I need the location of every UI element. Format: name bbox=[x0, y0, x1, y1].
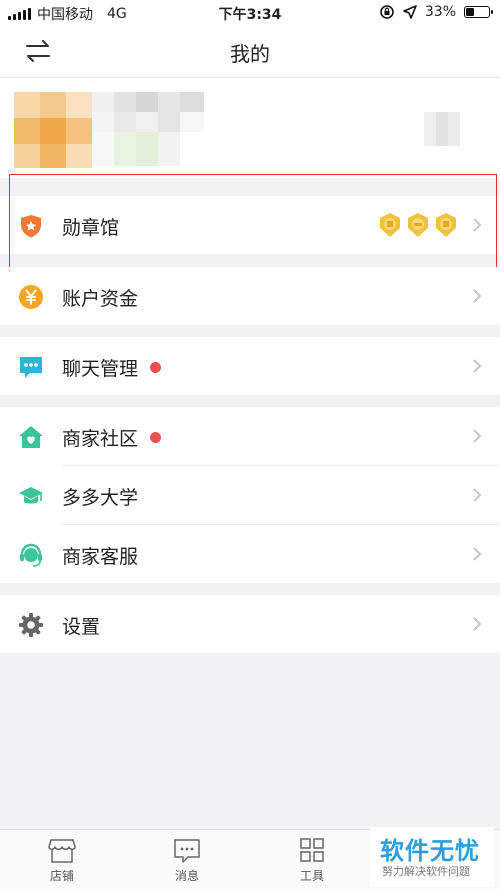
menu-group-account: 账户资金 bbox=[0, 267, 500, 325]
location-arrow-icon bbox=[403, 5, 417, 19]
chevron-right-icon bbox=[473, 429, 482, 443]
gear-icon bbox=[19, 613, 43, 637]
menu-group-settings: 设置 bbox=[0, 595, 500, 653]
menu-label-university: 多多大学 bbox=[62, 487, 139, 509]
menu-item-account[interactable]: 账户资金 bbox=[0, 267, 500, 325]
rotation-lock-icon bbox=[380, 5, 394, 19]
store-icon bbox=[48, 839, 76, 863]
menu-item-chat[interactable]: 聊天管理 bbox=[0, 337, 500, 395]
chevron-right-icon bbox=[473, 617, 482, 631]
menu-label-chat: 聊天管理 bbox=[62, 358, 139, 380]
menu-item-community[interactable]: 商家社区 bbox=[0, 407, 500, 465]
menu-label-service: 商家客服 bbox=[62, 546, 139, 568]
page-title: 我的 bbox=[230, 42, 270, 66]
yen-coin-icon bbox=[19, 285, 43, 309]
chevron-right-icon bbox=[473, 488, 482, 502]
menu-item-service[interactable]: 商家客服 bbox=[0, 525, 500, 583]
tab-label-tools: 工具 bbox=[299, 869, 324, 883]
menu-group-merchant: 商家社区 多多大学 商家客服 bbox=[0, 407, 500, 583]
headset-icon bbox=[20, 543, 42, 567]
battery-icon bbox=[464, 6, 493, 18]
watermark-subtitle: 努力解决软件问题 bbox=[382, 865, 470, 878]
chevron-right-icon bbox=[473, 547, 482, 561]
message-icon bbox=[174, 839, 200, 863]
menu-group-chat: 聊天管理 bbox=[0, 337, 500, 395]
status-bar: 中国移动 4G 下午3:34 33% bbox=[0, 0, 500, 26]
menu-label-account: 账户资金 bbox=[62, 288, 139, 310]
notification-dot bbox=[150, 362, 161, 373]
tab-tools[interactable]: 工具 bbox=[272, 838, 352, 884]
watermark: 软件无忧 努力解决软件问题 bbox=[370, 827, 494, 887]
chat-bubble-icon bbox=[20, 357, 42, 378]
menu-label-settings: 设置 bbox=[62, 616, 101, 638]
menu-label-community: 商家社区 bbox=[62, 428, 139, 450]
menu-item-settings[interactable]: 设置 bbox=[0, 595, 500, 653]
grid-icon bbox=[300, 838, 324, 862]
chevron-right-icon bbox=[473, 289, 482, 303]
tab-label-messages: 消息 bbox=[174, 869, 199, 883]
tab-messages[interactable]: 消息 bbox=[147, 838, 227, 884]
profile-header[interactable] bbox=[0, 78, 500, 178]
tab-store[interactable]: 店铺 bbox=[22, 838, 102, 884]
chevron-right-icon bbox=[473, 359, 482, 373]
graduation-cap-icon bbox=[19, 487, 43, 504]
watermark-title: 软件无忧 bbox=[380, 837, 480, 865]
battery-percent: 33% bbox=[424, 4, 456, 20]
highlight-box bbox=[9, 174, 497, 272]
menu-item-university[interactable]: 多多大学 bbox=[0, 466, 500, 524]
house-heart-icon bbox=[19, 426, 43, 448]
notification-dot bbox=[150, 432, 161, 443]
tab-label-store: 店铺 bbox=[49, 869, 74, 883]
nav-bar: 我的 bbox=[0, 26, 500, 78]
